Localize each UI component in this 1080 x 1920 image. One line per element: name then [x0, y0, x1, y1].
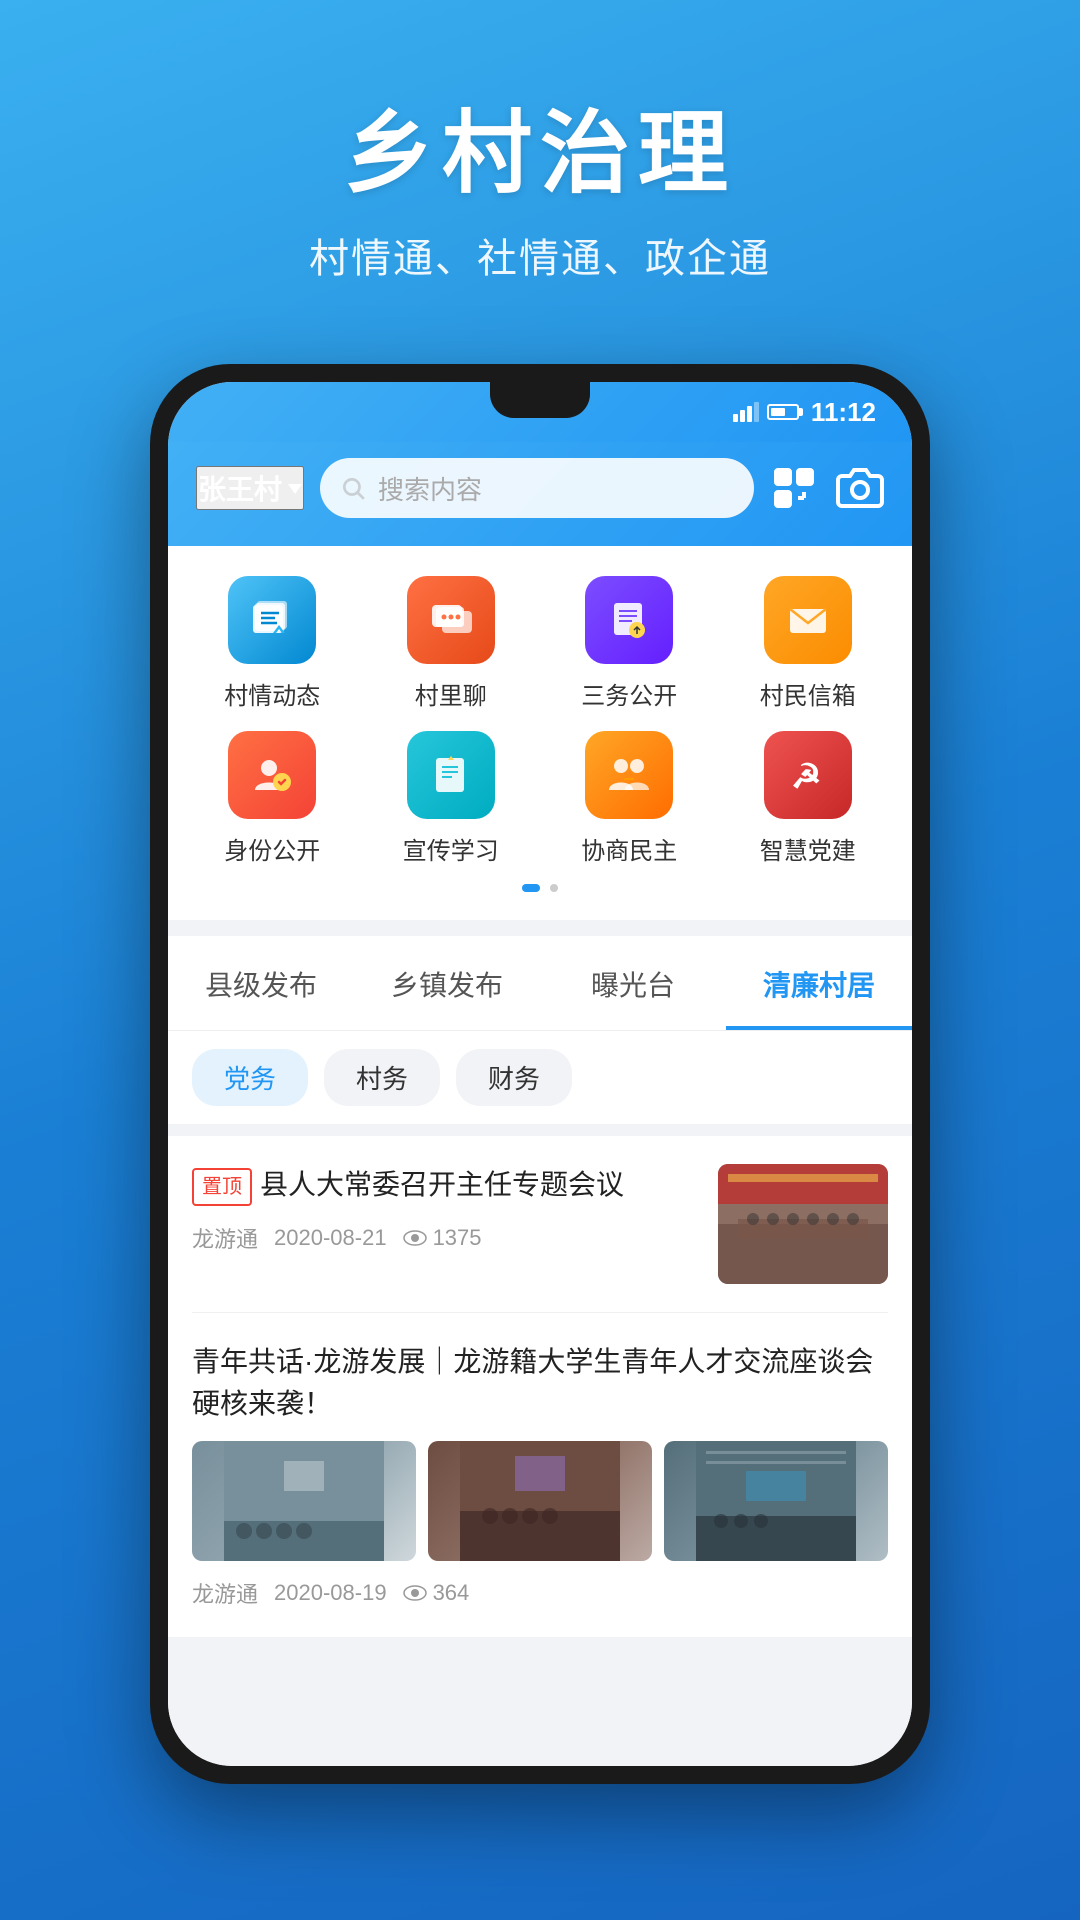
phone-notch [490, 382, 590, 418]
news-title-2: 青年共话·龙游发展｜龙游籍大学生青年人才交流座谈会硬核来袭！ [192, 1341, 888, 1425]
sfgk-icon [228, 731, 316, 819]
zhdj-icon: ☭ [764, 731, 852, 819]
page-dots [188, 884, 892, 892]
sub-tab-cw[interactable]: 村务 [324, 1049, 440, 1106]
menu-label-cqdt: 村情动态 [224, 676, 320, 711]
news-thumb-1 [718, 1164, 888, 1284]
three-images [192, 1441, 888, 1561]
menu-item-swgk[interactable]: 三务公开 [545, 576, 714, 711]
news-content-1: 置顶县人大常委召开主任专题会议 龙游通 2020-08-21 [192, 1164, 698, 1254]
menu-label-zhdj: 智慧党建 [760, 831, 856, 866]
menu-item-cqdt[interactable]: 村情动态 [188, 576, 357, 711]
news-source-1: 龙游通 [192, 1222, 258, 1254]
news-meta-1: 龙游通 2020-08-21 1375 [192, 1222, 698, 1254]
status-time: 11:12 [811, 397, 876, 428]
xcxx-icon [407, 731, 495, 819]
tab-xjfb[interactable]: 县级发布 [168, 936, 354, 1030]
news-item-2[interactable]: 青年共话·龙游发展｜龙游籍大学生青年人才交流座谈会硬核来袭！ [192, 1313, 888, 1637]
eye-icon-2 [403, 1585, 427, 1601]
news-item-1[interactable]: 置顶县人大常委召开主任专题会议 龙游通 2020-08-21 [192, 1136, 888, 1313]
menu-item-sfgk[interactable]: 身份公开 [188, 731, 357, 866]
news-meta-2: 龙游通 2020-08-19 364 [192, 1577, 888, 1609]
app-subtitle: 村情通、社情通、政企通 [309, 226, 771, 284]
eye-icon-1 [403, 1230, 427, 1246]
three-img-2 [428, 1441, 652, 1561]
chevron-down-icon [288, 484, 302, 494]
app-header: 张王村 搜索内容 [168, 442, 912, 546]
menu-label-sfgk: 身份公开 [224, 831, 320, 866]
news-section: 置顶县人大常委召开主任专题会议 龙游通 2020-08-21 [168, 1136, 912, 1637]
search-placeholder: 搜索内容 [378, 470, 482, 507]
news-views-2: 364 [403, 1580, 470, 1606]
menu-section: 村情动态 [168, 546, 912, 920]
search-bar[interactable]: 搜索内容 [320, 458, 754, 518]
app-title: 乡村治理 [344, 80, 736, 210]
menu-label-swgk: 三务公开 [581, 676, 677, 711]
menu-label-xsmd: 协商民主 [581, 831, 677, 866]
menu-label-xcxx: 宣传学习 [403, 831, 499, 866]
menu-item-xsmd[interactable]: 协商民主 [545, 731, 714, 866]
location-label: 张王村 [198, 468, 282, 508]
menu-item-xcxx[interactable]: 宣传学习 [367, 731, 536, 866]
menu-label-vmxb: 村民信箱 [760, 676, 856, 711]
signal-icon [733, 402, 759, 422]
news-date-1: 2020-08-21 [274, 1225, 387, 1251]
news-title-1: 置顶县人大常委召开主任专题会议 [192, 1164, 698, 1206]
camera-icon[interactable] [836, 464, 884, 512]
battery-icon [767, 404, 799, 420]
search-icon [340, 475, 366, 501]
sub-tab-cw2[interactable]: 财务 [456, 1049, 572, 1106]
vmxb-icon [764, 576, 852, 664]
vlc-icon [407, 576, 495, 664]
location-button[interactable]: 张王村 [196, 466, 304, 510]
menu-item-zhdj[interactable]: ☭ 智慧党建 [724, 731, 893, 866]
swgk-icon [585, 576, 673, 664]
tab-xzfb[interactable]: 乡镇发布 [354, 936, 540, 1030]
phone-mockup: 11:12 张王村 搜索内容 [150, 364, 930, 1784]
dot-active [522, 884, 540, 892]
scroll-content[interactable]: 村情动态 [168, 546, 912, 1766]
news-item-row-1: 置顶县人大常委召开主任专题会议 龙游通 2020-08-21 [192, 1164, 888, 1284]
top-badge: 置顶 [192, 1168, 252, 1206]
cqdt-icon [228, 576, 316, 664]
menu-grid: 村情动态 [188, 576, 892, 866]
menu-item-vlc[interactable]: 村里聊 [367, 576, 536, 711]
news-source-2: 龙游通 [192, 1577, 258, 1609]
news-date-2: 2020-08-19 [274, 1580, 387, 1606]
sub-tabs: 党务 村务 财务 [168, 1031, 912, 1124]
sub-tab-dw[interactable]: 党务 [192, 1049, 308, 1106]
menu-item-vmxb[interactable]: 村民信箱 [724, 576, 893, 711]
header-icons [770, 464, 884, 512]
tab-qgt[interactable]: 曝光台 [540, 936, 726, 1030]
three-img-1 [192, 1441, 416, 1561]
xsmd-icon [585, 731, 673, 819]
dot-inactive [550, 884, 558, 892]
tabs-section: 县级发布 乡镇发布 曝光台 清廉村居 党务 村务 财务 [168, 936, 912, 1124]
tab-qlvj[interactable]: 清廉村居 [726, 936, 912, 1030]
top-area: 乡村治理 村情通、社情通、政企通 [0, 0, 1080, 344]
three-img-3 [664, 1441, 888, 1561]
svg-text:☭: ☭ [791, 758, 821, 796]
news-views-1: 1375 [403, 1225, 482, 1251]
menu-label-vlc: 村里聊 [415, 676, 487, 711]
phone-screen: 11:12 张王村 搜索内容 [168, 382, 912, 1766]
qr-scan-icon[interactable] [770, 464, 818, 512]
main-tabs: 县级发布 乡镇发布 曝光台 清廉村居 [168, 936, 912, 1031]
